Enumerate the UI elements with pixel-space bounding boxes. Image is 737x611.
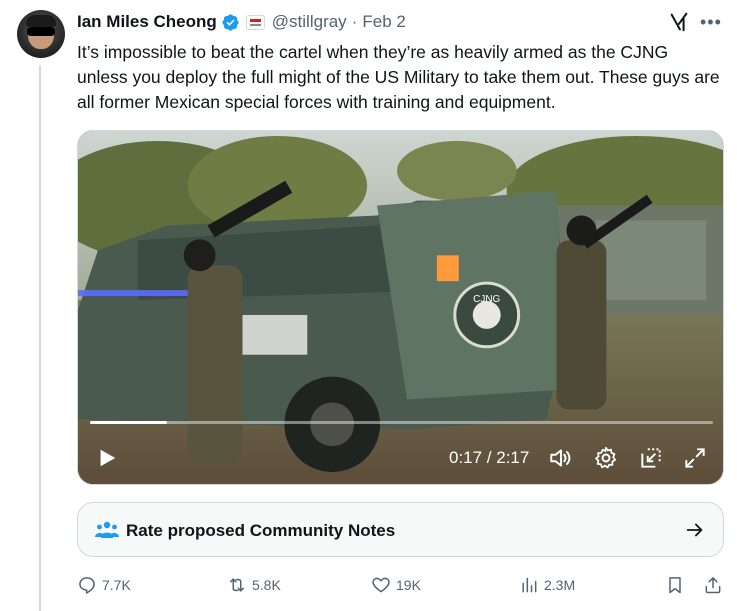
views-button[interactable]: 2.3M — [519, 572, 575, 598]
author-name[interactable]: Ian Miles Cheong — [77, 12, 217, 32]
video-frame-image: CJNG — [78, 131, 723, 484]
tweet-actions-bar: 7.7K 5.8K 19K 2.3M — [77, 572, 724, 598]
community-notes-label: Rate proposed Community Notes — [126, 521, 396, 540]
repost-count: 5.8K — [252, 577, 281, 593]
community-people-icon — [95, 521, 119, 538]
reply-count: 7.7K — [102, 577, 131, 593]
settings-gear-icon[interactable] — [593, 445, 619, 471]
like-count: 19K — [396, 577, 421, 593]
avatar[interactable] — [17, 10, 65, 58]
reply-icon — [79, 577, 95, 594]
thread-connector-line — [39, 66, 41, 611]
share-icon — [705, 577, 721, 594]
community-notes-button[interactable]: Rate proposed Community Notes — [77, 502, 724, 557]
author-handle[interactable]: @stillgray — [272, 12, 347, 32]
more-options-icon[interactable]: ••• — [700, 12, 724, 32]
bookmark-button[interactable] — [665, 572, 685, 598]
grok-icon[interactable] — [668, 11, 690, 33]
tweet-date[interactable]: Feb 2 — [362, 12, 405, 32]
video-progress-fill — [90, 421, 168, 424]
video-progress-bar[interactable] — [90, 421, 713, 424]
video-player[interactable]: CJNG 0:17 / 2:17 — [77, 130, 724, 485]
volume-icon[interactable] — [548, 445, 574, 471]
like-button[interactable]: 19K — [371, 572, 421, 598]
arrow-right-icon — [686, 523, 703, 537]
analytics-bars-icon — [522, 577, 537, 593]
verified-badge-icon[interactable] — [221, 13, 240, 32]
bookmark-icon — [669, 577, 681, 594]
video-time-display: 0:17 / 2:17 — [449, 448, 530, 467]
fullscreen-icon[interactable] — [682, 445, 708, 471]
repost-button[interactable]: 5.8K — [227, 572, 281, 598]
separator-dot: · — [351, 12, 358, 31]
avatar-hair — [26, 15, 56, 27]
picture-in-picture-icon[interactable] — [638, 445, 664, 471]
play-icon[interactable] — [96, 447, 118, 469]
share-button[interactable] — [703, 572, 723, 598]
tweet-header: Ian Miles Cheong @stillgray · Feb 2 — [77, 11, 406, 33]
view-count: 2.3M — [544, 577, 576, 593]
repost-icon — [230, 578, 244, 592]
avatar-sunglasses — [27, 27, 55, 36]
tweet-text: It’s impossible to beat the cartel when … — [77, 42, 720, 112]
affiliation-badge-icon[interactable] — [245, 14, 265, 30]
vehicle-logo-text: CJNG — [473, 294, 500, 305]
reply-button[interactable]: 7.7K — [77, 572, 131, 598]
heart-icon — [372, 577, 390, 593]
